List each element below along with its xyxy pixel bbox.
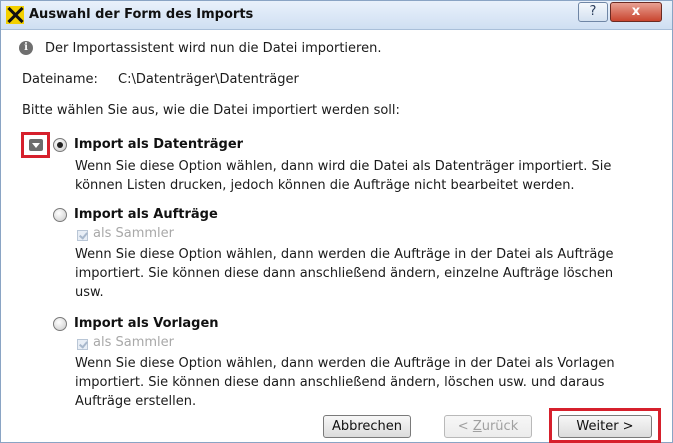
option-description-datentraeger: Wenn Sie diese Option wählen, dann wird … bbox=[75, 157, 665, 195]
option-title-auftraege[interactable]: Import als Aufträge bbox=[74, 207, 218, 222]
checkbox-sammler-auftraege[interactable] bbox=[77, 230, 88, 241]
dialog-title: Auswahl der Form des Imports bbox=[29, 7, 254, 22]
back-accelerator: Z bbox=[472, 419, 482, 434]
highlight-box bbox=[21, 132, 50, 158]
back-prefix: < bbox=[457, 419, 473, 434]
checkbox-label: als Sammler bbox=[93, 335, 174, 350]
info-text: Der Importassistent wird nun die Datei i… bbox=[45, 40, 382, 56]
help-button[interactable]: ? bbox=[578, 2, 608, 22]
raiffeisen-logo-icon bbox=[6, 6, 24, 24]
back-button[interactable]: < Zurück bbox=[444, 415, 532, 438]
checkbox-label: als Sammler bbox=[93, 226, 174, 241]
description-line: usw. bbox=[75, 285, 104, 300]
description-line: Wenn Sie diese Option wählen, dann wird … bbox=[75, 159, 612, 174]
choose-prompt: Bitte wählen Sie aus, wie die Datei impo… bbox=[22, 103, 400, 118]
back-label: urück bbox=[481, 419, 519, 434]
checkbox-sammler-vorlagen[interactable] bbox=[77, 339, 88, 350]
description-line: importiert. Sie können diese dann anschl… bbox=[75, 375, 605, 390]
description-line: Wenn Sie diese Option wählen, dann werde… bbox=[75, 356, 615, 371]
next-button[interactable]: Weiter > bbox=[558, 415, 652, 438]
option-description-vorlagen: Wenn Sie diese Option wählen, dann werde… bbox=[75, 354, 665, 411]
cancel-button[interactable]: Abbrechen bbox=[323, 415, 411, 438]
info-message: i Der Importassistent wird nun die Datei… bbox=[19, 39, 381, 57]
radio-import-auftraege[interactable] bbox=[53, 208, 67, 222]
info-icon: i bbox=[19, 41, 33, 55]
filename-label: Dateiname: bbox=[22, 72, 98, 87]
option-title-vorlagen[interactable]: Import als Vorlagen bbox=[74, 316, 219, 331]
description-line: Wenn Sie diese Option wählen, dann werde… bbox=[75, 247, 614, 262]
radio-import-datentraeger[interactable] bbox=[53, 138, 67, 152]
close-button[interactable]: x bbox=[610, 2, 662, 22]
import-dialog: Auswahl der Form des Imports ? x i Der I… bbox=[0, 0, 673, 443]
next-highlight-box: Weiter > bbox=[549, 408, 661, 443]
title-bar[interactable]: Auswahl der Form des Imports ? x bbox=[1, 1, 672, 30]
expand-arrow-icon[interactable] bbox=[29, 139, 43, 151]
description-line: können Listen drucken, jedoch können die… bbox=[75, 178, 575, 193]
radio-import-vorlagen[interactable] bbox=[53, 317, 67, 331]
filename-value: C:\Datenträger\Datenträger bbox=[118, 72, 299, 87]
description-line: importiert. Sie können diese dann anschl… bbox=[75, 266, 614, 281]
option-description-auftraege: Wenn Sie diese Option wählen, dann werde… bbox=[75, 245, 665, 302]
option-title-datentraeger[interactable]: Import als Datenträger bbox=[74, 137, 243, 152]
